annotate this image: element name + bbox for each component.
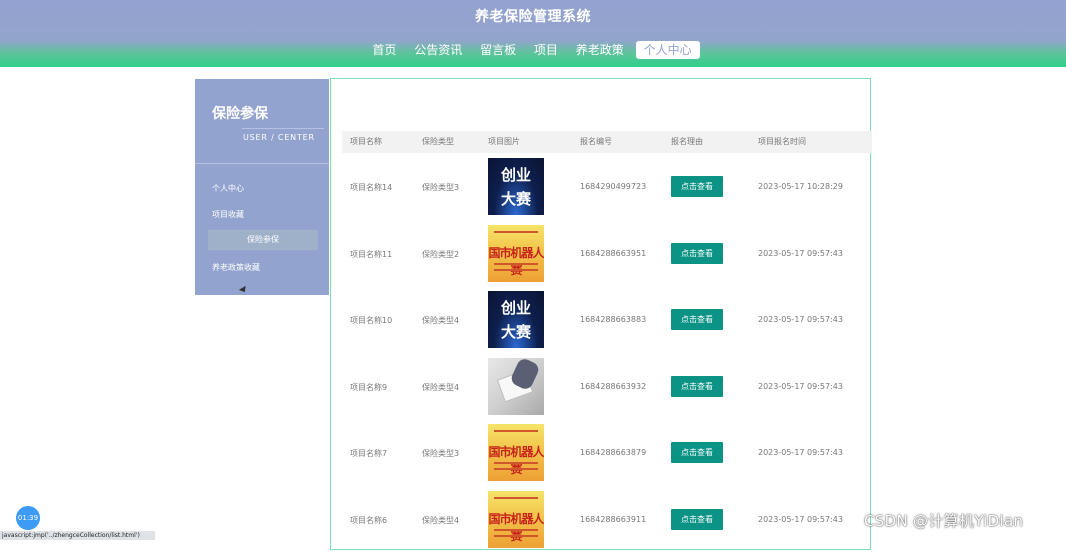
nav-pension-policy[interactable]: 养老政策 bbox=[570, 41, 630, 59]
cell-enroll-number: 1684288663879 bbox=[580, 448, 647, 457]
sidebar-divider bbox=[195, 163, 329, 164]
nav-projects[interactable]: 项目 bbox=[528, 41, 564, 59]
table-row: 项目名称7 保险类型3 国市机器人赛 1684288663879 点击查看 2023-05… bbox=[342, 419, 872, 485]
view-reason-button[interactable]: 点击查看 bbox=[671, 442, 723, 463]
project-image bbox=[488, 357, 544, 415]
cell-enroll-time: 2023-05-17 09:57:43 bbox=[758, 248, 843, 258]
image-strip bbox=[494, 268, 538, 271]
image-strip bbox=[494, 230, 538, 233]
col-header-enroll-number: 报名编号 bbox=[580, 137, 612, 146]
timer-badge[interactable]: 01:39 bbox=[16, 506, 40, 530]
cell-enroll-time: 2023-05-17 10:28:29 bbox=[758, 182, 843, 191]
view-reason-button[interactable]: 点击查看 bbox=[671, 242, 723, 264]
nav-home[interactable]: 首页 bbox=[366, 41, 402, 59]
cell-project-name: 项目名称6 bbox=[350, 515, 388, 525]
status-bar-url: javascript:jmp('../zhengceCollection/lis… bbox=[0, 531, 155, 540]
col-header-project-image: 项目图片 bbox=[488, 137, 520, 146]
view-reason-button[interactable]: 点击查看 bbox=[671, 176, 723, 197]
col-header-enroll-reason: 报名理由 bbox=[671, 137, 703, 146]
sidebar-item-insurance-enrollment[interactable]: 保险参保 bbox=[208, 230, 318, 250]
image-text: 创业 bbox=[500, 299, 531, 317]
col-header-insurance-type: 保险类型 bbox=[422, 137, 454, 146]
cell-enroll-number: 1684290499723 bbox=[580, 182, 647, 191]
image-strip bbox=[494, 262, 538, 265]
cell-enroll-number: 1684288663883 bbox=[580, 315, 647, 324]
sidebar-item-project-favorites[interactable]: 项目收藏 bbox=[212, 209, 244, 220]
cell-project-name: 项目名称9 bbox=[350, 382, 388, 392]
cell-insurance-type: 保险类型2 bbox=[422, 249, 460, 259]
top-header: 养老保险管理系统 首页 公告资讯 留言板 项目 养老政策 个人中心 bbox=[0, 0, 1066, 67]
project-image: 国市机器人赛 bbox=[488, 490, 544, 548]
main-content: 项目名称 保险类型 项目图片 报名编号 报名理由 项目报名时间 项目名称14 保险… bbox=[330, 78, 872, 552]
cell-insurance-type: 保险类型3 bbox=[422, 183, 460, 192]
col-header-enroll-time: 项目报名时间 bbox=[758, 137, 806, 146]
sidebar: 保险参保 USER / CENTER 个人中心 项目收藏 保险参保 养老政策收藏 bbox=[195, 79, 329, 295]
image-text: 国市机器人赛 bbox=[488, 511, 544, 543]
cell-insurance-type: 保险类型4 bbox=[422, 316, 460, 325]
cell-project-name: 项目名称10 bbox=[350, 316, 393, 325]
col-header-project-name: 项目名称 bbox=[350, 137, 382, 146]
view-reason-button[interactable]: 点击查看 bbox=[671, 309, 723, 330]
site-title: 养老保险管理系统 bbox=[475, 9, 591, 25]
image-text: 国市机器人赛 bbox=[488, 245, 544, 277]
table-row: 项目名称10 保险类型4 创业大赛 1684288663883 点击查看 2023-05-… bbox=[342, 286, 872, 352]
table-row: 项目名称14 保险类型3 创业大赛 1684290499723 点击查看 2023-05-… bbox=[342, 153, 872, 219]
cell-enroll-time: 2023-05-17 09:57:43 bbox=[758, 448, 843, 457]
sidebar-divider bbox=[242, 128, 324, 129]
cell-insurance-type: 保险类型4 bbox=[422, 382, 460, 392]
image-text: 国市机器人赛 bbox=[488, 445, 544, 476]
table-row: 项目名称9 保险类型4 1684288663932 点击查看 2023-05-17 09… bbox=[342, 353, 872, 419]
view-reason-button[interactable]: 点击查看 bbox=[671, 508, 723, 530]
cell-enroll-time: 2023-05-17 09:57:43 bbox=[758, 514, 843, 524]
cell-insurance-type: 保险类型3 bbox=[422, 449, 460, 458]
cell-enroll-number: 1684288663932 bbox=[580, 381, 647, 391]
watermark: CSDN @计算机YiDian bbox=[864, 512, 1024, 530]
project-image: 创业 大赛 bbox=[488, 291, 544, 348]
image-strip bbox=[494, 462, 538, 464]
nav-announcements[interactable]: 公告资讯 bbox=[408, 41, 468, 59]
cell-project-name: 项目名称14 bbox=[350, 183, 393, 192]
view-reason-button[interactable]: 点击查看 bbox=[671, 375, 723, 397]
image-strip bbox=[494, 496, 538, 499]
cell-enroll-time: 2023-05-17 09:57:43 bbox=[758, 381, 843, 391]
cell-enroll-time: 2023-05-17 09:57:43 bbox=[758, 315, 843, 324]
cell-project-name: 项目名称7 bbox=[350, 449, 388, 458]
image-text: 大赛 bbox=[500, 190, 531, 208]
project-image: 国市机器人赛 bbox=[488, 424, 544, 481]
table-row: 项目名称6 保险类型4 国市机器人赛 1684288663911 点击查看 2023-05… bbox=[342, 486, 872, 552]
image-text: 创业 bbox=[500, 166, 531, 184]
image-strip bbox=[494, 534, 538, 537]
sidebar-subtitle: USER / CENTER bbox=[243, 133, 315, 142]
image-strip bbox=[494, 430, 538, 432]
cell-enroll-number: 1684288663911 bbox=[580, 514, 647, 524]
nav-message-board[interactable]: 留言板 bbox=[474, 41, 522, 59]
main-nav: 首页 公告资讯 留言板 项目 养老政策 个人中心 bbox=[0, 41, 1066, 59]
sidebar-item-policy-favorites[interactable]: 养老政策收藏 bbox=[212, 262, 260, 273]
nav-personal-center[interactable]: 个人中心 bbox=[635, 41, 700, 59]
project-image: 国市机器人赛 bbox=[488, 224, 544, 282]
table-row: 项目名称11 保险类型2 国市机器人赛 1684288663951 点击查看 2023-0… bbox=[342, 220, 872, 286]
image-text: 大赛 bbox=[500, 323, 531, 341]
image-strip bbox=[494, 468, 538, 470]
cell-project-name: 项目名称11 bbox=[350, 249, 393, 259]
project-image: 创业 大赛 bbox=[488, 158, 544, 215]
cell-enroll-number: 1684288663951 bbox=[580, 248, 647, 258]
sidebar-title: 保险参保 bbox=[212, 106, 268, 122]
table-header: 项目名称 保险类型 项目图片 报名编号 报名理由 项目报名时间 bbox=[342, 131, 872, 153]
sidebar-item-personal-center[interactable]: 个人中心 bbox=[212, 183, 244, 194]
cell-insurance-type: 保险类型4 bbox=[422, 515, 460, 525]
image-strip bbox=[494, 528, 538, 531]
